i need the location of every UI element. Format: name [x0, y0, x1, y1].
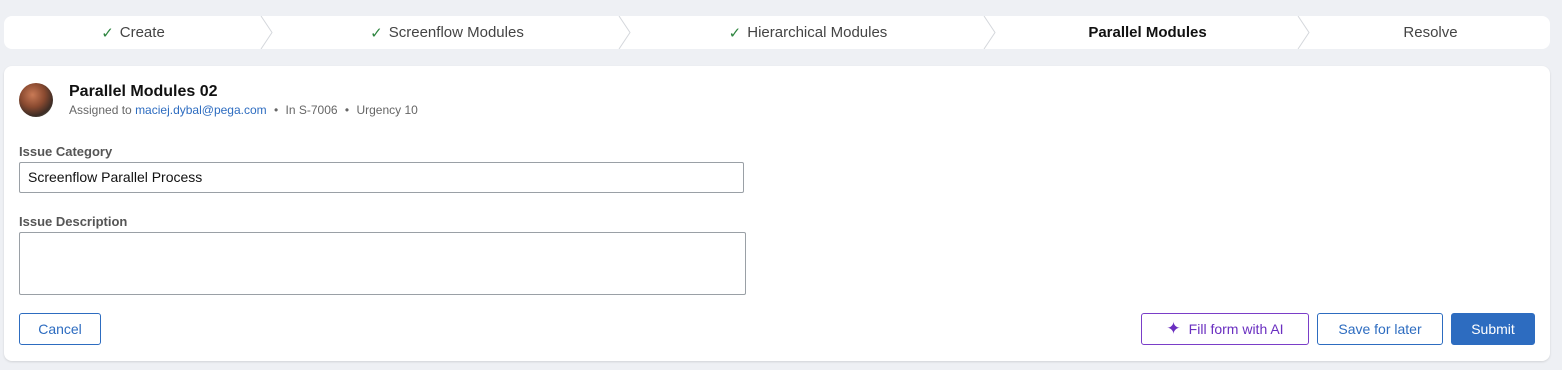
sparkle-icon: ✦ — [1166, 319, 1181, 338]
fill-form-ai-button[interactable]: ✦ Fill form with AI — [1141, 313, 1309, 345]
assignee-link[interactable]: maciej.dybal@pega.com — [135, 103, 267, 117]
step-parallel-modules[interactable]: Parallel Modules — [997, 16, 1298, 49]
case-urgency: Urgency 10 — [356, 103, 418, 117]
separator-dot: • — [344, 103, 350, 117]
case-title: Parallel Modules 02 — [69, 83, 218, 100]
issue-category-label: Issue Category — [19, 144, 113, 159]
issue-category-field[interactable]: Screenflow Parallel Process — [19, 162, 744, 193]
submit-button[interactable]: Submit — [1451, 313, 1535, 345]
chevron-right-icon — [983, 16, 996, 49]
cancel-button[interactable]: Cancel — [19, 313, 101, 345]
step-create[interactable]: ✓ Create — [4, 16, 262, 49]
step-label: Create — [119, 24, 165, 41]
case-stepper: ✓ Create ✓ Screenflow Modules ✓ Hierarch… — [4, 16, 1550, 49]
save-for-later-button[interactable]: Save for later — [1317, 313, 1443, 345]
case-id: In S-7006 — [285, 103, 338, 117]
issue-description-field[interactable] — [19, 232, 746, 295]
chevron-right-icon — [1297, 16, 1310, 49]
step-label: Resolve — [1403, 24, 1458, 41]
check-icon: ✓ — [728, 24, 742, 42]
fill-form-ai-label: Fill form with AI — [1188, 321, 1284, 337]
chevron-right-icon — [618, 16, 631, 49]
step-resolve[interactable]: Resolve — [1311, 16, 1550, 49]
separator-dot: • — [273, 103, 279, 117]
check-icon: ✓ — [370, 24, 383, 42]
step-screenflow-modules[interactable]: ✓ Screenflow Modules — [274, 16, 620, 49]
case-meta: Assigned to maciej.dybal@pega.com • In S… — [69, 103, 418, 117]
issue-description-label: Issue Description — [19, 214, 128, 229]
assignment-card: Parallel Modules 02 Assigned to maciej.d… — [4, 66, 1550, 361]
assigned-prefix: Assigned to — [69, 103, 132, 117]
avatar — [19, 83, 53, 117]
step-hierarchical-modules[interactable]: ✓ Hierarchical Modules — [632, 16, 984, 49]
step-label: Parallel Modules — [1088, 24, 1207, 41]
step-label: Screenflow Modules — [388, 24, 524, 41]
check-icon: ✓ — [101, 24, 114, 42]
step-label: Hierarchical Modules — [747, 24, 888, 41]
chevron-right-icon — [260, 16, 273, 49]
